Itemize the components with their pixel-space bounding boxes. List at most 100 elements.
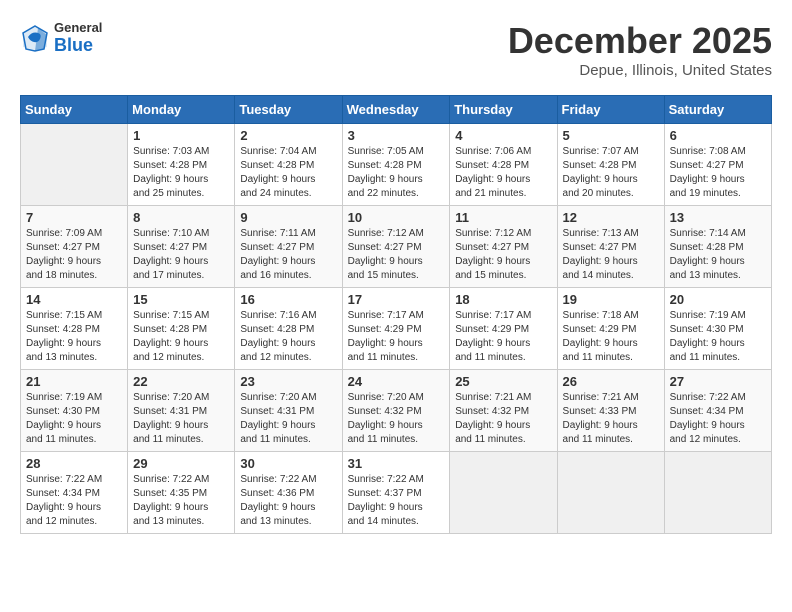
calendar-day-cell: 23 Sunrise: 7:20 AM Sunset: 4:31 PM Dayli… [235, 370, 342, 452]
day-info: Sunrise: 7:04 AM Sunset: 4:28 PM Dayligh… [240, 145, 336, 201]
day-number: 25 [455, 374, 551, 389]
calendar-week-row: 7 Sunrise: 7:09 AM Sunset: 4:27 PM Daylig… [21, 206, 772, 288]
calendar-week-row: 14Sunrise: 7:15 AM Sunset: 4:28 PM Dayli… [21, 288, 772, 370]
day-info: Sunrise: 7:12 AM Sunset: 4:27 PM Dayligh… [455, 227, 551, 283]
day-number: 21 [26, 374, 122, 389]
calendar-day-cell: 7 Sunrise: 7:09 AM Sunset: 4:27 PM Daylig… [21, 206, 128, 288]
day-number: 2 [240, 128, 336, 143]
day-info: Sunrise: 7:08 AM Sunset: 4:27 PM Dayligh… [670, 145, 766, 201]
day-number: 29 [133, 456, 229, 471]
day-info: Sunrise: 7:12 AM Sunset: 4:27 PM Dayligh… [348, 227, 445, 283]
day-info: Sunrise: 7:22 AM Sunset: 4:36 PM Dayligh… [240, 473, 336, 529]
calendar-day-cell: 5 Sunrise: 7:07 AM Sunset: 4:28 PM Daylig… [557, 124, 664, 206]
calendar-day-cell: 10Sunrise: 7:12 AM Sunset: 4:27 PM Dayli… [342, 206, 450, 288]
day-info: Sunrise: 7:22 AM Sunset: 4:34 PM Dayligh… [26, 473, 122, 529]
logo-text: General Blue [54, 20, 102, 56]
day-info: Sunrise: 7:22 AM Sunset: 4:37 PM Dayligh… [348, 473, 445, 529]
day-info: Sunrise: 7:19 AM Sunset: 4:30 PM Dayligh… [670, 309, 766, 365]
day-info: Sunrise: 7:20 AM Sunset: 4:31 PM Dayligh… [133, 391, 229, 447]
calendar-day-cell: 28Sunrise: 7:22 AM Sunset: 4:34 PM Dayli… [21, 452, 128, 534]
day-info: Sunrise: 7:13 AM Sunset: 4:27 PM Dayligh… [563, 227, 659, 283]
day-info: Sunrise: 7:15 AM Sunset: 4:28 PM Dayligh… [26, 309, 122, 365]
calendar-week-row: 1 Sunrise: 7:03 AM Sunset: 4:28 PM Daylig… [21, 124, 772, 206]
calendar-day-cell: 17Sunrise: 7:17 AM Sunset: 4:29 PM Dayli… [342, 288, 450, 370]
calendar-header-row: SundayMondayTuesdayWednesdayThursdayFrid… [21, 96, 772, 124]
day-info: Sunrise: 7:09 AM Sunset: 4:27 PM Dayligh… [26, 227, 122, 283]
day-info: Sunrise: 7:17 AM Sunset: 4:29 PM Dayligh… [455, 309, 551, 365]
calendar-day-cell: 31Sunrise: 7:22 AM Sunset: 4:37 PM Dayli… [342, 452, 450, 534]
day-of-week-header: Tuesday [235, 96, 342, 124]
day-number: 12 [563, 210, 659, 225]
calendar-week-row: 21 Sunrise: 7:19 AM Sunset: 4:30 PM Dayli… [21, 370, 772, 452]
day-info: Sunrise: 7:21 AM Sunset: 4:32 PM Dayligh… [455, 391, 551, 447]
calendar-day-cell: 20Sunrise: 7:19 AM Sunset: 4:30 PM Dayli… [664, 288, 771, 370]
calendar-day-cell: 25 Sunrise: 7:21 AM Sunset: 4:32 PM Dayli… [450, 370, 557, 452]
day-info: Sunrise: 7:03 AM Sunset: 4:28 PM Dayligh… [133, 145, 229, 201]
day-number: 4 [455, 128, 551, 143]
empty-day-cell [557, 452, 664, 534]
calendar-table: SundayMondayTuesdayWednesdayThursdayFrid… [20, 95, 772, 534]
day-number: 23 [240, 374, 336, 389]
empty-day-cell [21, 124, 128, 206]
day-info: Sunrise: 7:11 AM Sunset: 4:27 PM Dayligh… [240, 227, 336, 283]
day-info: Sunrise: 7:21 AM Sunset: 4:33 PM Dayligh… [563, 391, 659, 447]
day-number: 22 [133, 374, 229, 389]
day-number: 5 [563, 128, 659, 143]
day-info: Sunrise: 7:20 AM Sunset: 4:31 PM Dayligh… [240, 391, 336, 447]
logo-icon [20, 23, 50, 53]
calendar-day-cell: 26 Sunrise: 7:21 AM Sunset: 4:33 PM Dayli… [557, 370, 664, 452]
day-info: Sunrise: 7:22 AM Sunset: 4:35 PM Dayligh… [133, 473, 229, 529]
day-number: 15 [133, 292, 229, 307]
location-text: Depue, Illinois, United States [508, 62, 772, 79]
calendar-day-cell: 16Sunrise: 7:16 AM Sunset: 4:28 PM Dayli… [235, 288, 342, 370]
day-of-week-header: Friday [557, 96, 664, 124]
day-of-week-header: Sunday [21, 96, 128, 124]
calendar-day-cell: 6 Sunrise: 7:08 AM Sunset: 4:27 PM Daylig… [664, 124, 771, 206]
day-number: 11 [455, 210, 551, 225]
calendar-day-cell: 15 Sunrise: 7:15 AM Sunset: 4:28 PM Dayli… [128, 288, 235, 370]
day-info: Sunrise: 7:18 AM Sunset: 4:29 PM Dayligh… [563, 309, 659, 365]
calendar-day-cell: 29 Sunrise: 7:22 AM Sunset: 4:35 PM Dayli… [128, 452, 235, 534]
day-number: 3 [348, 128, 445, 143]
calendar-day-cell: 14Sunrise: 7:15 AM Sunset: 4:28 PM Dayli… [21, 288, 128, 370]
day-info: Sunrise: 7:10 AM Sunset: 4:27 PM Dayligh… [133, 227, 229, 283]
day-info: Sunrise: 7:20 AM Sunset: 4:32 PM Dayligh… [348, 391, 445, 447]
day-info: Sunrise: 7:06 AM Sunset: 4:28 PM Dayligh… [455, 145, 551, 201]
calendar-week-row: 28Sunrise: 7:22 AM Sunset: 4:34 PM Dayli… [21, 452, 772, 534]
day-info: Sunrise: 7:07 AM Sunset: 4:28 PM Dayligh… [563, 145, 659, 201]
day-info: Sunrise: 7:19 AM Sunset: 4:30 PM Dayligh… [26, 391, 122, 447]
day-number: 6 [670, 128, 766, 143]
day-info: Sunrise: 7:05 AM Sunset: 4:28 PM Dayligh… [348, 145, 445, 201]
page-header: General Blue December 2025 Depue, Illino… [20, 20, 772, 79]
day-number: 7 [26, 210, 122, 225]
logo: General Blue [20, 20, 102, 56]
day-info: Sunrise: 7:14 AM Sunset: 4:28 PM Dayligh… [670, 227, 766, 283]
day-number: 16 [240, 292, 336, 307]
calendar-day-cell: 30 Sunrise: 7:22 AM Sunset: 4:36 PM Dayli… [235, 452, 342, 534]
calendar-day-cell: 11 Sunrise: 7:12 AM Sunset: 4:27 PM Dayli… [450, 206, 557, 288]
day-of-week-header: Monday [128, 96, 235, 124]
empty-day-cell [664, 452, 771, 534]
month-title: December 2025 [508, 20, 772, 62]
day-number: 30 [240, 456, 336, 471]
day-number: 18 [455, 292, 551, 307]
calendar-day-cell: 22 Sunrise: 7:20 AM Sunset: 4:31 PM Dayli… [128, 370, 235, 452]
day-number: 8 [133, 210, 229, 225]
calendar-day-cell: 24 Sunrise: 7:20 AM Sunset: 4:32 PM Dayli… [342, 370, 450, 452]
calendar-day-cell: 8 Sunrise: 7:10 AM Sunset: 4:27 PM Daylig… [128, 206, 235, 288]
calendar-day-cell: 4 Sunrise: 7:06 AM Sunset: 4:28 PM Daylig… [450, 124, 557, 206]
calendar-day-cell: 21 Sunrise: 7:19 AM Sunset: 4:30 PM Dayli… [21, 370, 128, 452]
day-number: 24 [348, 374, 445, 389]
title-block: December 2025 Depue, Illinois, United St… [508, 20, 772, 79]
empty-day-cell [450, 452, 557, 534]
day-of-week-header: Thursday [450, 96, 557, 124]
day-number: 1 [133, 128, 229, 143]
day-info: Sunrise: 7:15 AM Sunset: 4:28 PM Dayligh… [133, 309, 229, 365]
day-info: Sunrise: 7:22 AM Sunset: 4:34 PM Dayligh… [670, 391, 766, 447]
day-number: 17 [348, 292, 445, 307]
day-number: 19 [563, 292, 659, 307]
calendar-day-cell: 3 Sunrise: 7:05 AM Sunset: 4:28 PM Daylig… [342, 124, 450, 206]
calendar-day-cell: 13Sunrise: 7:14 AM Sunset: 4:28 PM Dayli… [664, 206, 771, 288]
day-number: 26 [563, 374, 659, 389]
calendar-day-cell: 18 Sunrise: 7:17 AM Sunset: 4:29 PM Dayli… [450, 288, 557, 370]
